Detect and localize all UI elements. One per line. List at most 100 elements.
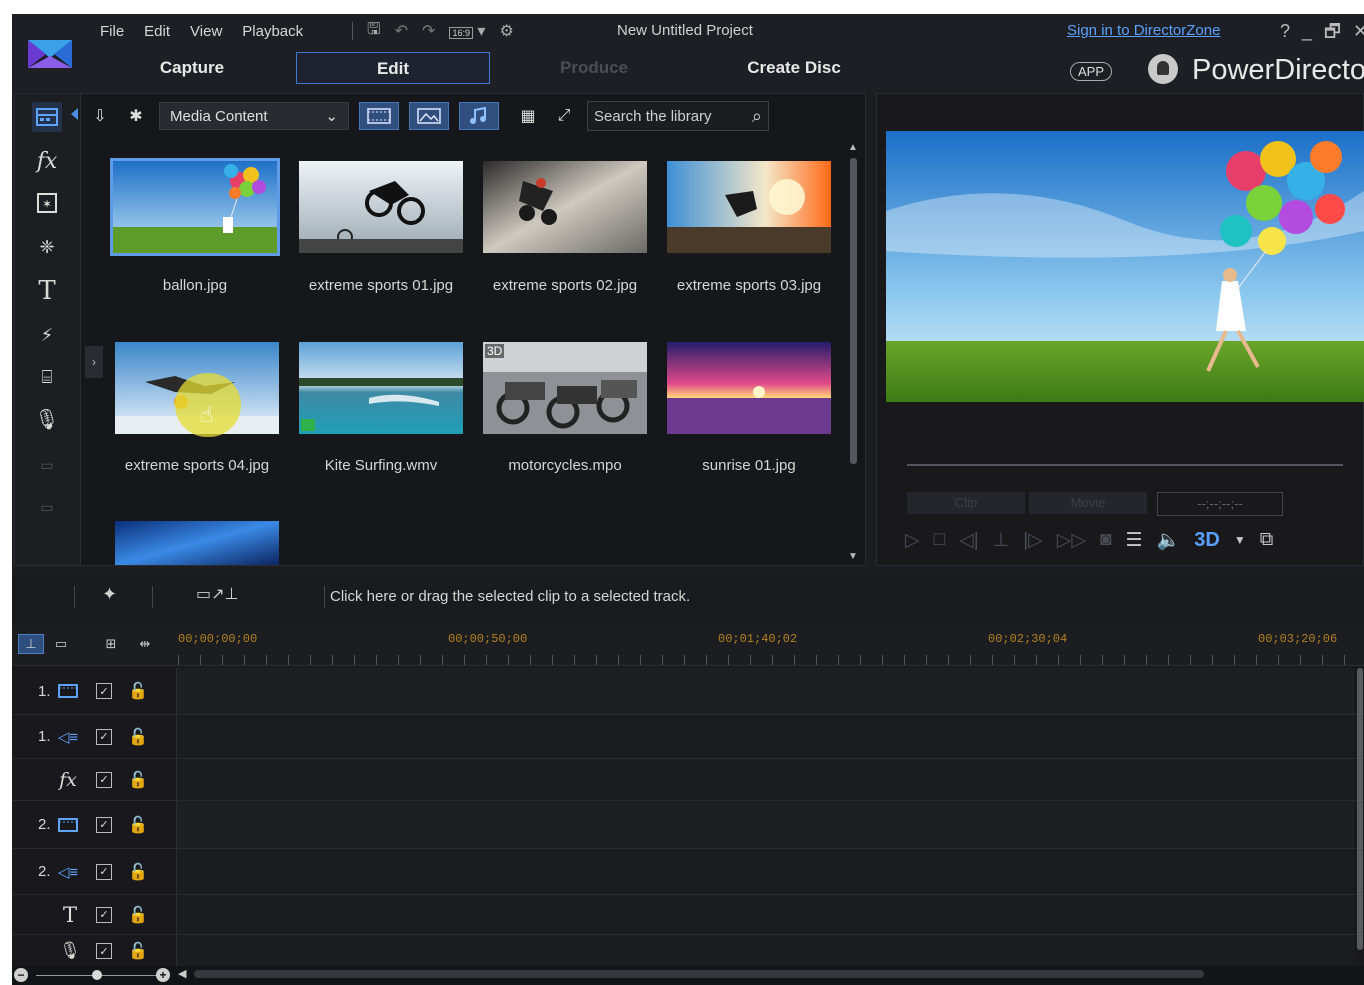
redo-icon[interactable]: ↷ [422,21,435,41]
thumb-extreme-sports-03[interactable] [667,161,831,253]
tab-create-disc[interactable]: Create Disc [694,52,894,84]
menu-view[interactable]: View [180,23,232,40]
track-lock-icon[interactable]: 🔓 [128,941,148,961]
split-icon[interactable]: ⊥ [993,529,1010,552]
undock-preview-icon[interactable]: ⧉ [1260,529,1274,551]
3d-mode-button[interactable]: 3D [1194,529,1220,552]
thumb-extreme-sports-01[interactable] [299,161,463,253]
track-lane[interactable] [176,759,1354,800]
aspect-ratio-selector[interactable]: 16:9 ▾ [449,21,485,41]
subtitle-room-icon[interactable]: ⌸ [32,362,62,392]
app-badge[interactable]: APP [1070,62,1113,81]
plugins-icon[interactable]: ✱ [123,103,149,129]
track-enable-checkbox[interactable]: ✓ [96,863,112,880]
scroll-thumb[interactable] [1357,668,1363,950]
track-lock-icon[interactable]: 🔓 [128,905,148,925]
restore-icon[interactable]: 🗗 [1324,18,1341,44]
fit-timeline-icon[interactable]: ⇹ [132,634,158,654]
movie-mode-button[interactable]: Movie [1029,492,1147,514]
search-icon[interactable]: ⌕ [752,106,762,127]
snapshot-icon[interactable]: ◙ [1100,529,1111,551]
track-lane[interactable] [176,801,1354,848]
filter-image-button[interactable] [409,102,449,130]
library-search-input[interactable]: Search the library ⌕ [587,101,769,131]
thumb-ballon[interactable] [110,158,280,256]
track-lock-icon[interactable]: 🔓 [128,815,148,835]
library-scrollbar[interactable]: ▲ ▼ [847,142,859,562]
thumb-sunrise-01[interactable] [667,342,831,434]
previous-frame-icon[interactable]: ◁| [959,529,979,552]
media-content-dropdown[interactable]: Media Content ⌄ [159,102,349,130]
volume-icon[interactable]: 🔈 [1157,528,1181,552]
track-lock-icon[interactable]: 🔓 [128,727,148,747]
track-lock-icon[interactable]: 🔓 [128,862,148,882]
save-icon[interactable]: 🖫 [367,18,381,45]
magic-tools-icon[interactable]: ✦ [102,584,117,605]
notification-bell-icon[interactable] [1148,54,1178,84]
transition-room-icon[interactable]: ⚡ [32,320,62,350]
track-enable-checkbox[interactable]: ✓ [96,943,112,959]
pip-objects-icon[interactable]: ✶ [32,188,62,218]
fx-room-icon[interactable]: fx [32,146,62,176]
timeline-vertical-scrollbar[interactable] [1356,668,1364,950]
timeline-horizontal-scrollbar[interactable] [194,970,1204,978]
zoom-out-icon[interactable]: − [14,968,28,982]
preview-scrub-bar[interactable] [907,464,1343,466]
track-enable-checkbox[interactable]: ✓ [96,771,112,788]
filter-audio-button[interactable] [459,102,499,130]
thumb-partial-next[interactable] [115,521,279,565]
track-enable-checkbox[interactable]: ✓ [96,683,112,699]
track-enable-checkbox[interactable]: ✓ [96,728,112,745]
timeline-view-icon[interactable]: ⊥ [18,634,44,654]
thumb-motorcycles[interactable]: 3D [483,342,647,434]
menu-file[interactable]: File [90,23,134,40]
track-lane[interactable] [176,668,1354,714]
track-lane[interactable] [176,935,1354,967]
scroll-left-icon[interactable]: ◀ [178,967,186,980]
scroll-thumb[interactable] [850,158,857,464]
grid-view-icon[interactable]: ▦ [515,103,541,129]
title-room-icon[interactable]: T [32,276,62,306]
thumb-kite-surfing[interactable] [299,342,463,434]
settings-gear-icon[interactable]: ⚙ [499,21,513,41]
menu-playback[interactable]: Playback [232,23,313,40]
track-enable-checkbox[interactable]: ✓ [96,906,112,923]
tab-capture[interactable]: Capture [92,52,292,84]
subtitle-toggle-icon[interactable]: ☰ [1126,529,1143,552]
scroll-down-icon[interactable]: ▼ [848,551,858,562]
help-icon[interactable]: ? [1280,18,1290,44]
next-frame-icon[interactable]: |▷ [1023,529,1043,552]
track-lane[interactable] [176,849,1354,894]
voice-over-icon[interactable]: 🎙 [32,404,62,434]
import-media-icon[interactable]: ⇩ [87,103,113,129]
clip-mode-button[interactable]: Clip [907,492,1025,514]
zoom-in-icon[interactable]: + [156,968,170,982]
track-lock-icon[interactable]: 🔓 [128,770,148,790]
expand-view-icon[interactable]: ⤢ [551,103,577,129]
track-lane[interactable] [176,715,1354,758]
expand-panel-arrow[interactable]: › [85,346,103,378]
sign-in-link[interactable]: Sign in to DirectorZone [1067,18,1220,44]
track-enable-checkbox[interactable]: ✓ [96,816,112,833]
filter-video-button[interactable] [359,102,399,130]
thumb-extreme-sports-02[interactable] [483,161,647,253]
stop-icon[interactable]: □ [934,529,945,551]
track-lock-icon[interactable]: 🔓 [128,681,148,701]
minimize-icon[interactable]: _ [1302,18,1312,44]
track-lane[interactable] [176,895,1354,934]
ruler-ticks[interactable] [178,655,1364,665]
fast-forward-icon[interactable]: ▷▷ [1057,529,1086,552]
zoom-slider-knob[interactable] [92,970,102,980]
insert-to-track-icon[interactable]: ▭↗⊥ [196,584,238,604]
track-manager-icon[interactable]: ⊞ [98,634,124,654]
menu-edit[interactable]: Edit [134,23,180,40]
play-icon[interactable]: ▷ [905,529,920,552]
timeline-hint-text[interactable]: Click here or drag the selected clip to … [330,588,690,605]
particle-room-icon[interactable]: ❈ [32,232,62,262]
tab-edit[interactable]: Edit [296,52,490,84]
undo-icon[interactable]: ↶ [395,21,408,41]
3d-options-chevron-icon[interactable]: ▼ [1234,533,1246,547]
media-room-icon[interactable] [32,102,62,132]
preview-timecode[interactable]: --;--;--;-- [1157,492,1283,516]
storyboard-view-icon[interactable]: ▭ [48,634,74,654]
